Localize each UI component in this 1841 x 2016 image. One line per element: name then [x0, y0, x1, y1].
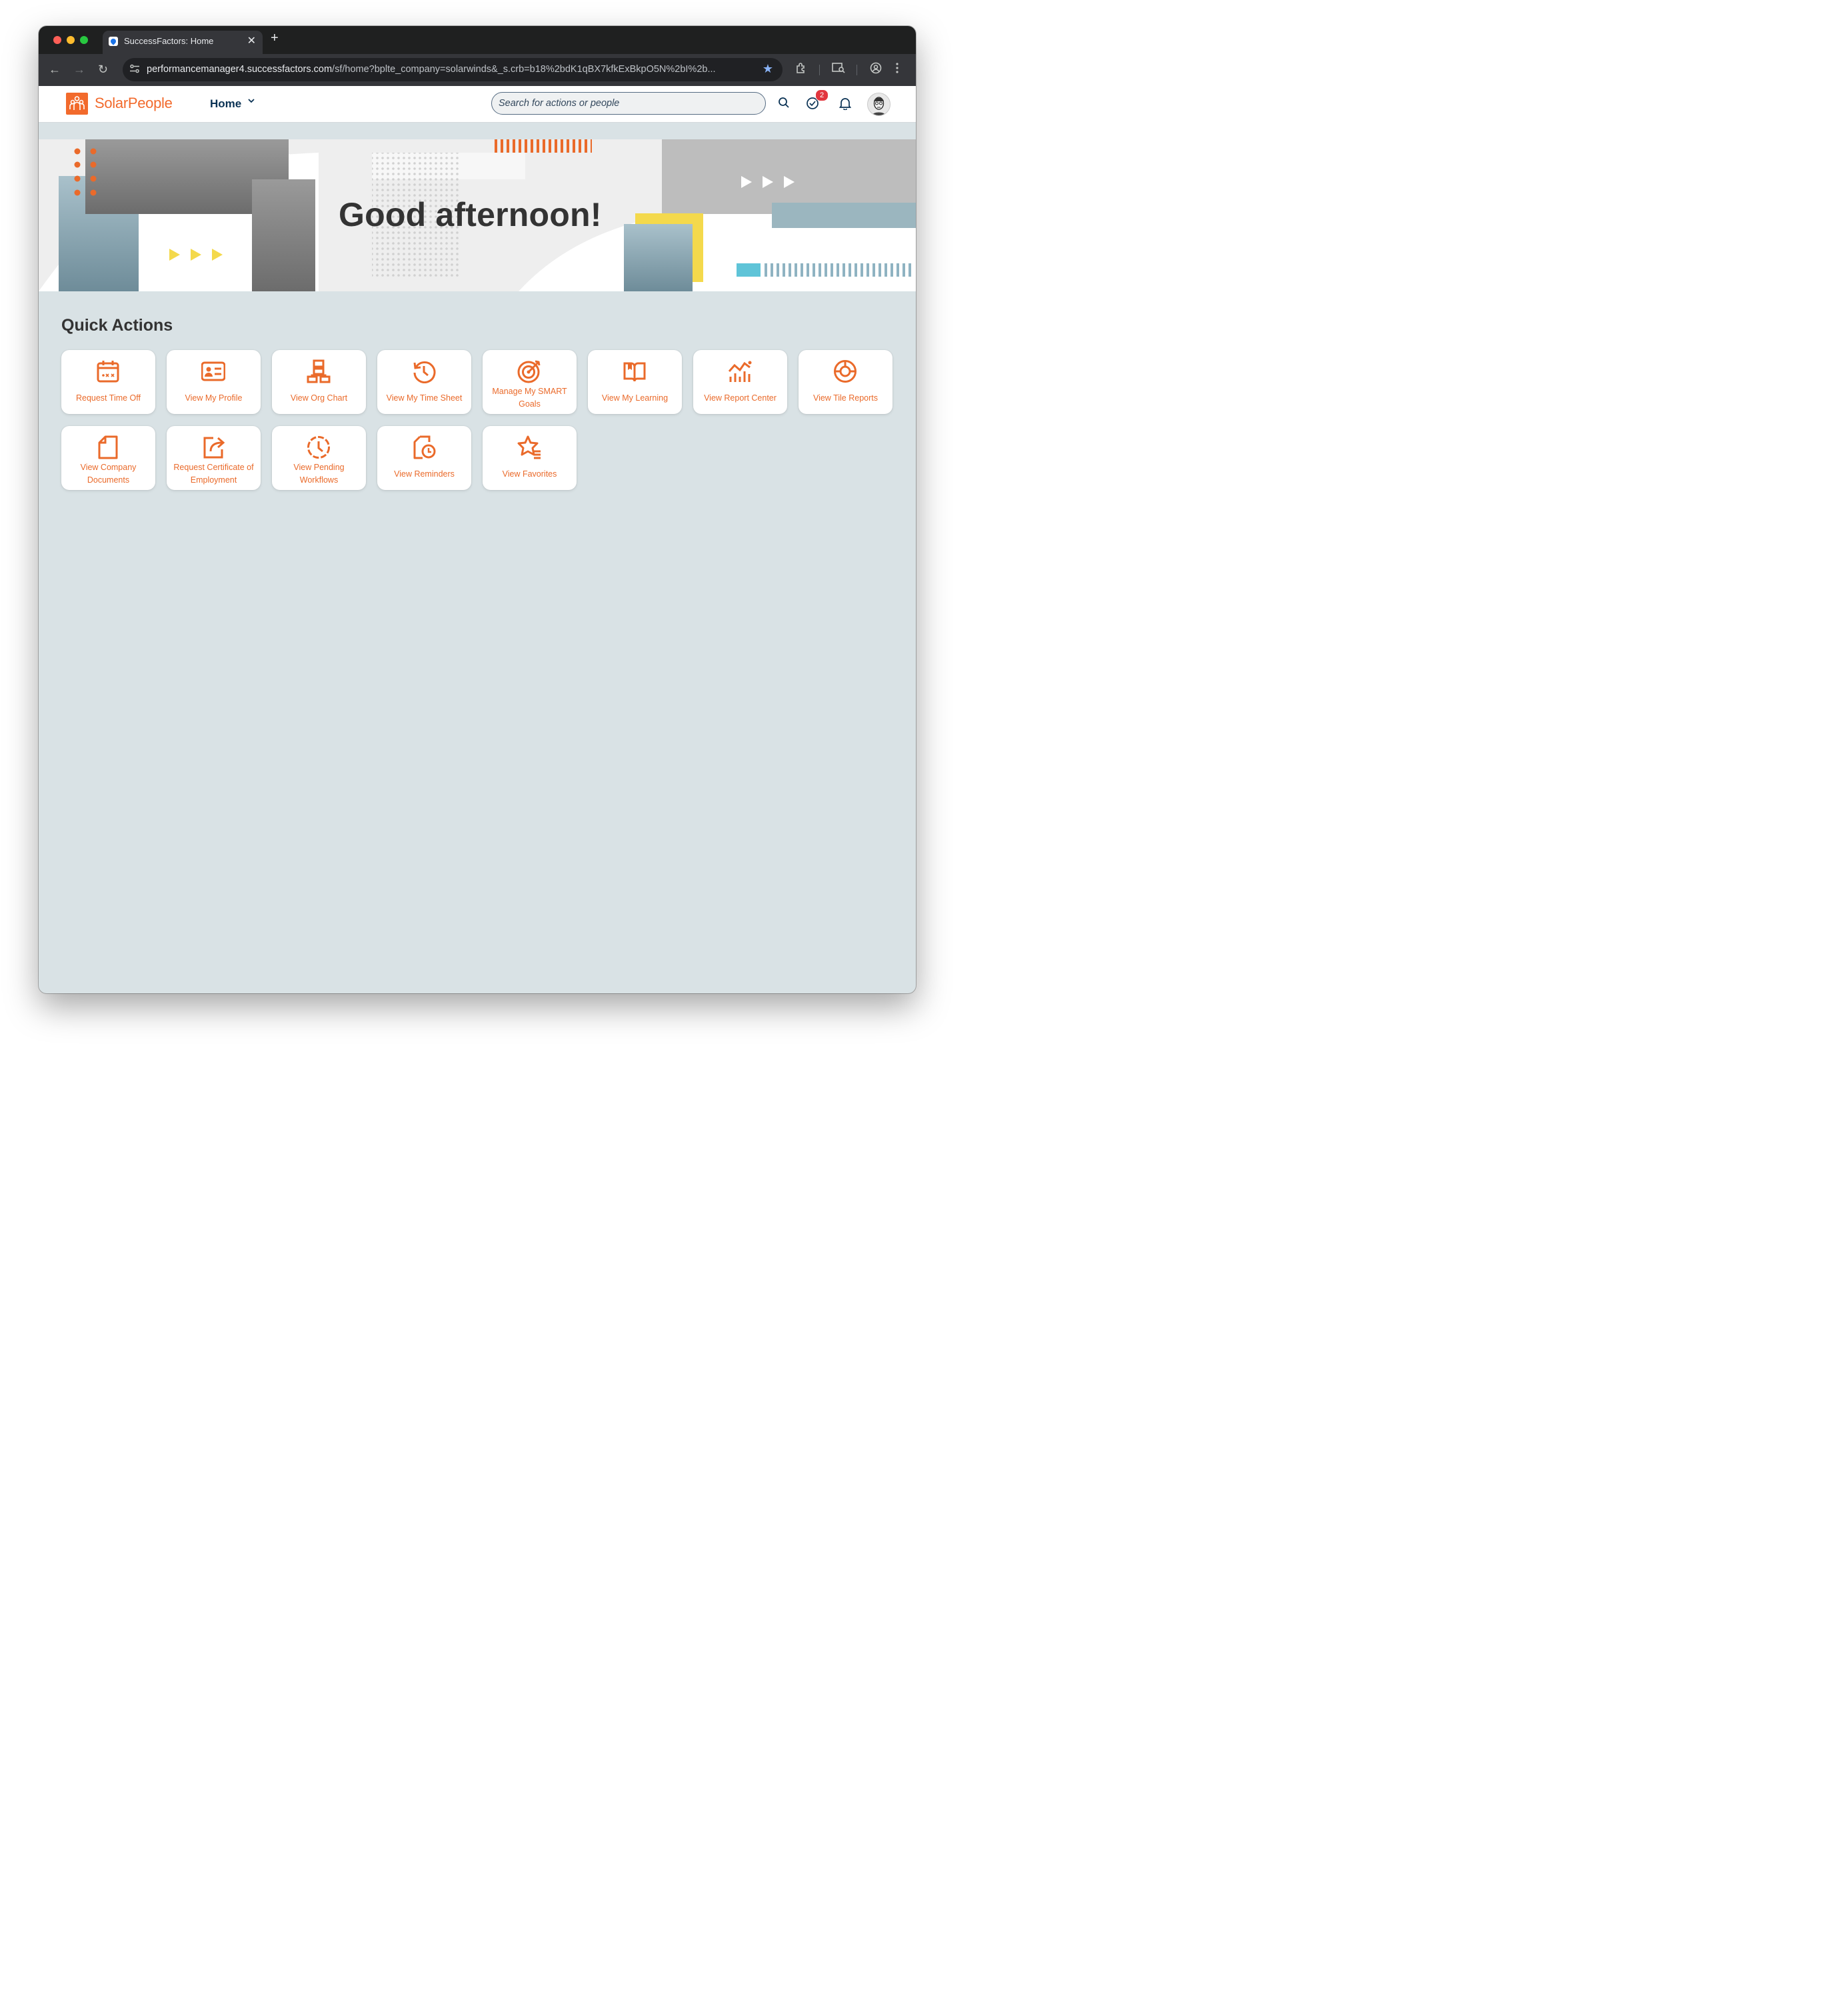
quick-action-view-reminders[interactable]: View Reminders: [377, 426, 471, 490]
brand-name[interactable]: SolarPeople: [95, 95, 173, 112]
reminder-icon: [413, 435, 436, 459]
history-clock-icon: [413, 361, 436, 383]
quick-action-label: View My Profile: [185, 393, 243, 403]
quick-action-label: View My Time Sheet: [386, 393, 463, 403]
browser-tab[interactable]: SuccessFactors: Home ✕: [103, 31, 263, 54]
avatar[interactable]: [867, 93, 891, 116]
quick-action-view-tile-reports[interactable]: View Tile Reports: [799, 350, 893, 414]
quick-action-view-my-time-sheet[interactable]: View My Time Sheet: [377, 350, 471, 414]
browser-toolbar: ← → ↻ performancemanager4.successfactors…: [39, 54, 916, 86]
search-icon[interactable]: [778, 97, 790, 112]
notification-bell-icon[interactable]: [839, 97, 852, 113]
chevron-down-icon[interactable]: [247, 97, 255, 107]
favorite-list-icon: [517, 435, 541, 459]
quick-action-manage-my-smart-goals[interactable]: Manage My SMART Goals: [483, 350, 577, 414]
quick-action-request-certificate-of-employment[interactable]: Request Certificate of Employment: [167, 426, 261, 490]
donut-chart-icon: [834, 360, 857, 383]
quick-action-request-time-off[interactable]: Request Time Off: [61, 350, 155, 414]
document-icon: [98, 435, 118, 459]
tab-close-icon[interactable]: ✕: [247, 34, 256, 47]
reload-icon[interactable]: ↻: [98, 63, 108, 77]
quick-action-label: View My Learning: [601, 393, 669, 403]
tab-title: SuccessFactors: Home: [124, 36, 214, 46]
address-bar[interactable]: performancemanager4.successfactors.com/s…: [123, 58, 783, 81]
share-icon: [203, 437, 225, 459]
line-bar-chart-icon: [728, 361, 752, 382]
site-info-icon[interactable]: [129, 64, 140, 75]
quick-action-view-my-learning[interactable]: View My Learning: [588, 350, 682, 414]
zoom-window-button[interactable]: [80, 36, 88, 44]
quick-action-view-my-profile[interactable]: View My Profile: [167, 350, 261, 414]
todo-count-badge: 2: [815, 89, 829, 101]
quick-action-view-report-center[interactable]: View Report Center: [693, 350, 787, 414]
close-window-button[interactable]: [53, 36, 61, 44]
url-text: performancemanager4.successfactors.com/s…: [147, 64, 716, 75]
quick-actions-title: Quick Actions: [61, 316, 173, 335]
bookmark-star-icon[interactable]: ★: [763, 62, 773, 76]
favicon-icon: [109, 37, 118, 46]
app-header: SolarPeople Home Search for actions or p…: [39, 86, 916, 123]
quick-action-label: View Org Chart: [290, 393, 348, 403]
quick-action-view-favorites[interactable]: View Favorites: [483, 426, 577, 490]
calendar-icon: [97, 361, 119, 383]
quick-action-view-org-chart[interactable]: View Org Chart: [272, 350, 366, 414]
id-card-icon: [201, 361, 225, 381]
target-icon: [517, 360, 541, 383]
forward-icon[interactable]: →: [73, 63, 85, 77]
quick-action-label: View Favorites: [502, 469, 557, 479]
open-book-icon: [623, 362, 646, 382]
tab-search-icon[interactable]: [832, 62, 845, 77]
search-placeholder: Search for actions or people: [499, 98, 620, 109]
browser-menu-icon[interactable]: [895, 62, 899, 77]
tab-strip: SuccessFactors: Home ✕ +: [39, 26, 916, 54]
profile-icon[interactable]: [870, 62, 882, 77]
quick-action-view-pending-workflows[interactable]: View Pending Workflows: [272, 426, 366, 490]
quick-action-label: Request Certificate of Employment: [173, 463, 254, 485]
search-input[interactable]: Search for actions or people: [491, 92, 766, 115]
quick-action-view-company-documents[interactable]: View Company Documents: [61, 426, 155, 490]
browser-window: SuccessFactors: Home ✕ + ← → ↻ performan…: [39, 26, 916, 993]
quick-action-label: View Report Center: [704, 393, 777, 403]
quick-action-label: View Company Documents: [80, 463, 137, 485]
back-icon[interactable]: ←: [49, 63, 61, 77]
org-chart-icon: [307, 359, 331, 383]
quick-action-label: View Reminders: [394, 469, 455, 479]
home-menu[interactable]: Home: [210, 97, 241, 111]
greeting-text: Good afternoon!: [339, 196, 602, 233]
new-tab-icon[interactable]: +: [271, 31, 279, 46]
extensions-icon[interactable]: [795, 62, 807, 77]
quick-action-label: Manage My SMART Goals: [492, 387, 567, 409]
minimize-window-button[interactable]: [67, 36, 75, 44]
solarpeople-logo-icon[interactable]: [66, 93, 88, 115]
pending-clock-icon: [307, 436, 330, 459]
quick-action-label: View Tile Reports: [813, 393, 879, 403]
quick-action-label: Request Time Off: [75, 393, 141, 403]
quick-action-label: View Pending Workflows: [293, 463, 345, 485]
welcome-banner: Good afternoon!: [39, 139, 916, 291]
toolbar-separator: [819, 65, 820, 75]
